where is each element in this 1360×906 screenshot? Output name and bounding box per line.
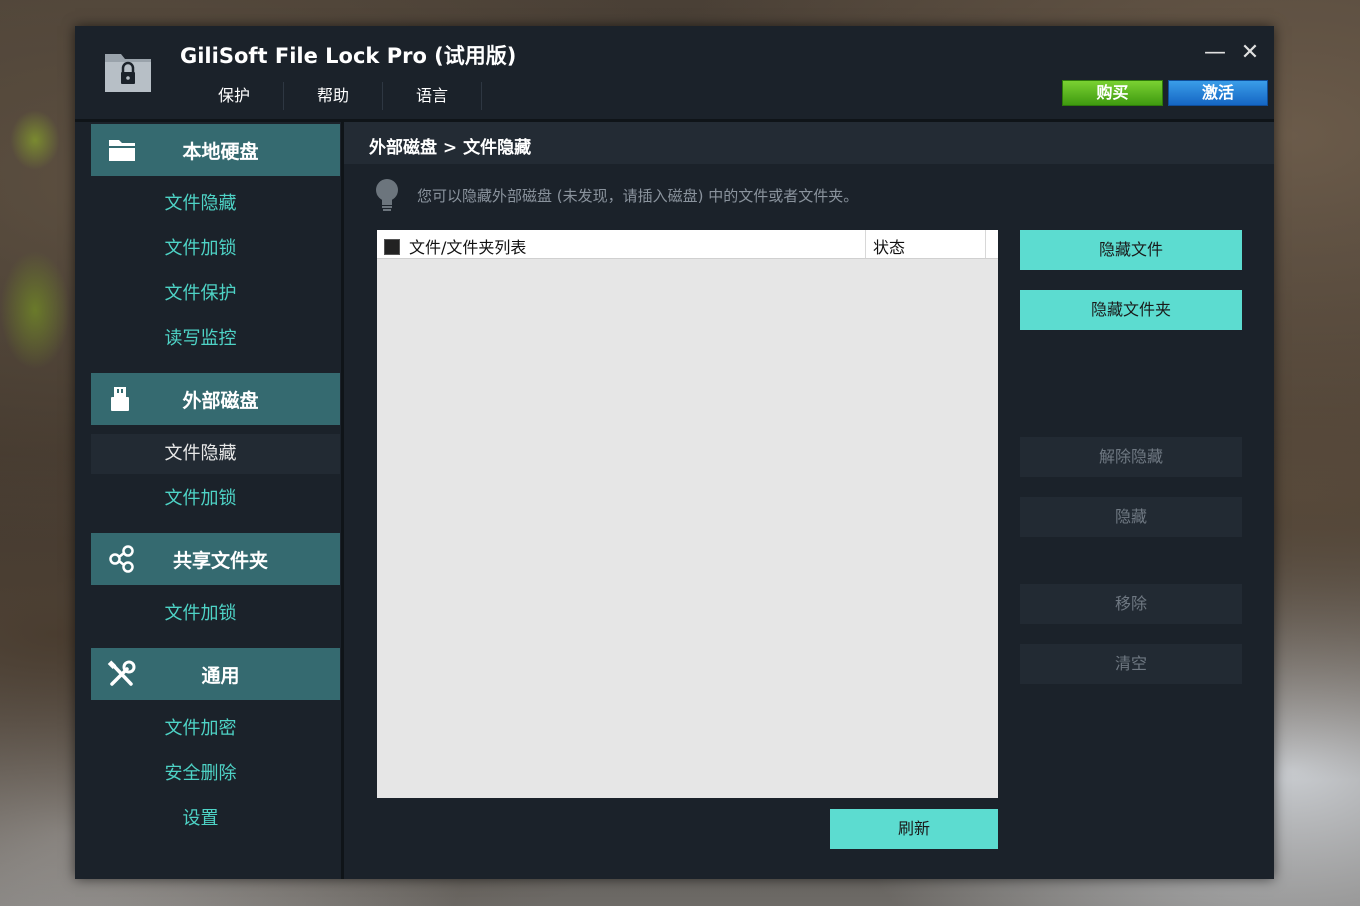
- menu-language[interactable]: 语言: [383, 82, 482, 110]
- menu-bar: 保护 帮助 语言: [185, 82, 482, 110]
- sidebar-item-local-monitor[interactable]: 读写监控: [91, 319, 340, 359]
- sidebar-section-label: 共享文件夹: [172, 550, 268, 572]
- sidebar-section-label: 本地硬盘: [182, 141, 259, 163]
- column-header-name[interactable]: 文件/文件夹列表: [409, 234, 526, 258]
- app-window: GiliSoft File Lock Pro (试用版) 保护 帮助 语言 — …: [75, 26, 1274, 879]
- sidebar-section-local-disk[interactable]: 本地硬盘: [91, 124, 340, 176]
- sidebar-section-general[interactable]: 通用: [91, 648, 340, 700]
- app-title: GiliSoft File Lock Pro (试用版): [180, 44, 517, 68]
- sidebar-section-external-disk[interactable]: 外部磁盘: [91, 373, 340, 425]
- background-moss: [10, 110, 60, 170]
- activate-button[interactable]: 激活: [1168, 80, 1268, 106]
- unhide-button[interactable]: 解除隐藏: [1020, 437, 1242, 477]
- column-header-status[interactable]: 状态: [873, 234, 905, 258]
- sidebar-item-secure-delete[interactable]: 安全删除: [91, 754, 340, 794]
- breadcrumb: 外部磁盘 > 文件隐藏: [369, 138, 532, 158]
- list-header: 文件/文件夹列表 状态: [377, 230, 998, 259]
- menu-protect[interactable]: 保护: [185, 82, 284, 110]
- sidebar-item-local-hide[interactable]: 文件隐藏: [91, 184, 340, 224]
- menu-help[interactable]: 帮助: [284, 82, 383, 110]
- remove-button[interactable]: 移除: [1020, 584, 1242, 624]
- hide-file-button[interactable]: 隐藏文件: [1020, 230, 1242, 270]
- close-icon[interactable]: ✕: [1238, 42, 1262, 66]
- select-all-checkbox[interactable]: [384, 239, 400, 255]
- sidebar-item-local-protect[interactable]: 文件保护: [91, 274, 340, 314]
- sidebar-item-encrypt[interactable]: 文件加密: [91, 709, 340, 749]
- breadcrumb-bar: 外部磁盘 > 文件隐藏: [344, 122, 1274, 164]
- title-bar: GiliSoft File Lock Pro (试用版) 保护 帮助 语言 — …: [75, 26, 1274, 120]
- minimize-icon[interactable]: —: [1203, 42, 1227, 66]
- sidebar-section-label: 通用: [201, 665, 240, 687]
- main-content: 外部磁盘 > 文件隐藏 您可以隐藏外部磁盘 (未发现，请插入磁盘) 中的文件或者…: [344, 122, 1274, 879]
- hide-button[interactable]: 隐藏: [1020, 497, 1242, 537]
- file-list[interactable]: 文件/文件夹列表 状态: [377, 230, 998, 798]
- sidebar-item-settings[interactable]: 设置: [91, 799, 340, 839]
- lightbulb-icon: [376, 179, 398, 211]
- sidebar-item-local-lock[interactable]: 文件加锁: [91, 229, 340, 269]
- sidebar-section-label: 外部磁盘: [182, 390, 259, 412]
- column-divider[interactable]: [865, 230, 866, 258]
- buy-button[interactable]: 购买: [1062, 80, 1163, 106]
- sidebar: 本地硬盘 文件隐藏 文件加锁 文件保护 读写监控 外部磁盘 文件隐藏 文件加锁: [75, 122, 344, 879]
- folder-lock-icon: [105, 54, 151, 92]
- column-divider[interactable]: [985, 230, 986, 258]
- sidebar-item-external-hide[interactable]: 文件隐藏: [91, 434, 340, 474]
- sidebar-section-shared-folder[interactable]: 共享文件夹: [91, 533, 340, 585]
- background-moss: [0, 250, 70, 370]
- sidebar-item-external-lock[interactable]: 文件加锁: [91, 479, 340, 519]
- clear-button[interactable]: 清空: [1020, 644, 1242, 684]
- tip-text: 您可以隐藏外部磁盘 (未发现，请插入磁盘) 中的文件或者文件夹。: [417, 187, 859, 205]
- hide-folder-button[interactable]: 隐藏文件夹: [1020, 290, 1242, 330]
- sidebar-item-shared-lock[interactable]: 文件加锁: [91, 594, 340, 634]
- refresh-button[interactable]: 刷新: [830, 809, 998, 849]
